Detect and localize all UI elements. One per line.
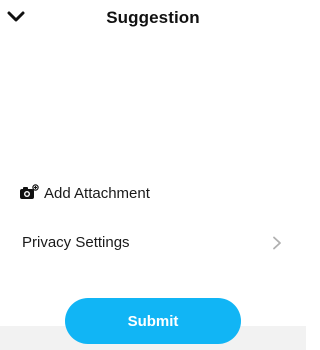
- chevron-right-icon: [273, 236, 281, 250]
- privacy-settings-row[interactable]: Privacy Settings: [0, 231, 306, 255]
- privacy-settings-label: Privacy Settings: [22, 234, 130, 251]
- add-attachment-label: Add Attachment: [44, 185, 150, 202]
- camera-add-icon: [20, 184, 39, 199]
- header: Suggestion: [0, 0, 306, 36]
- page-title: Suggestion: [106, 8, 200, 27]
- add-attachment-row[interactable]: Add Attachment: [0, 182, 306, 206]
- submit-button[interactable]: Submit: [65, 298, 241, 344]
